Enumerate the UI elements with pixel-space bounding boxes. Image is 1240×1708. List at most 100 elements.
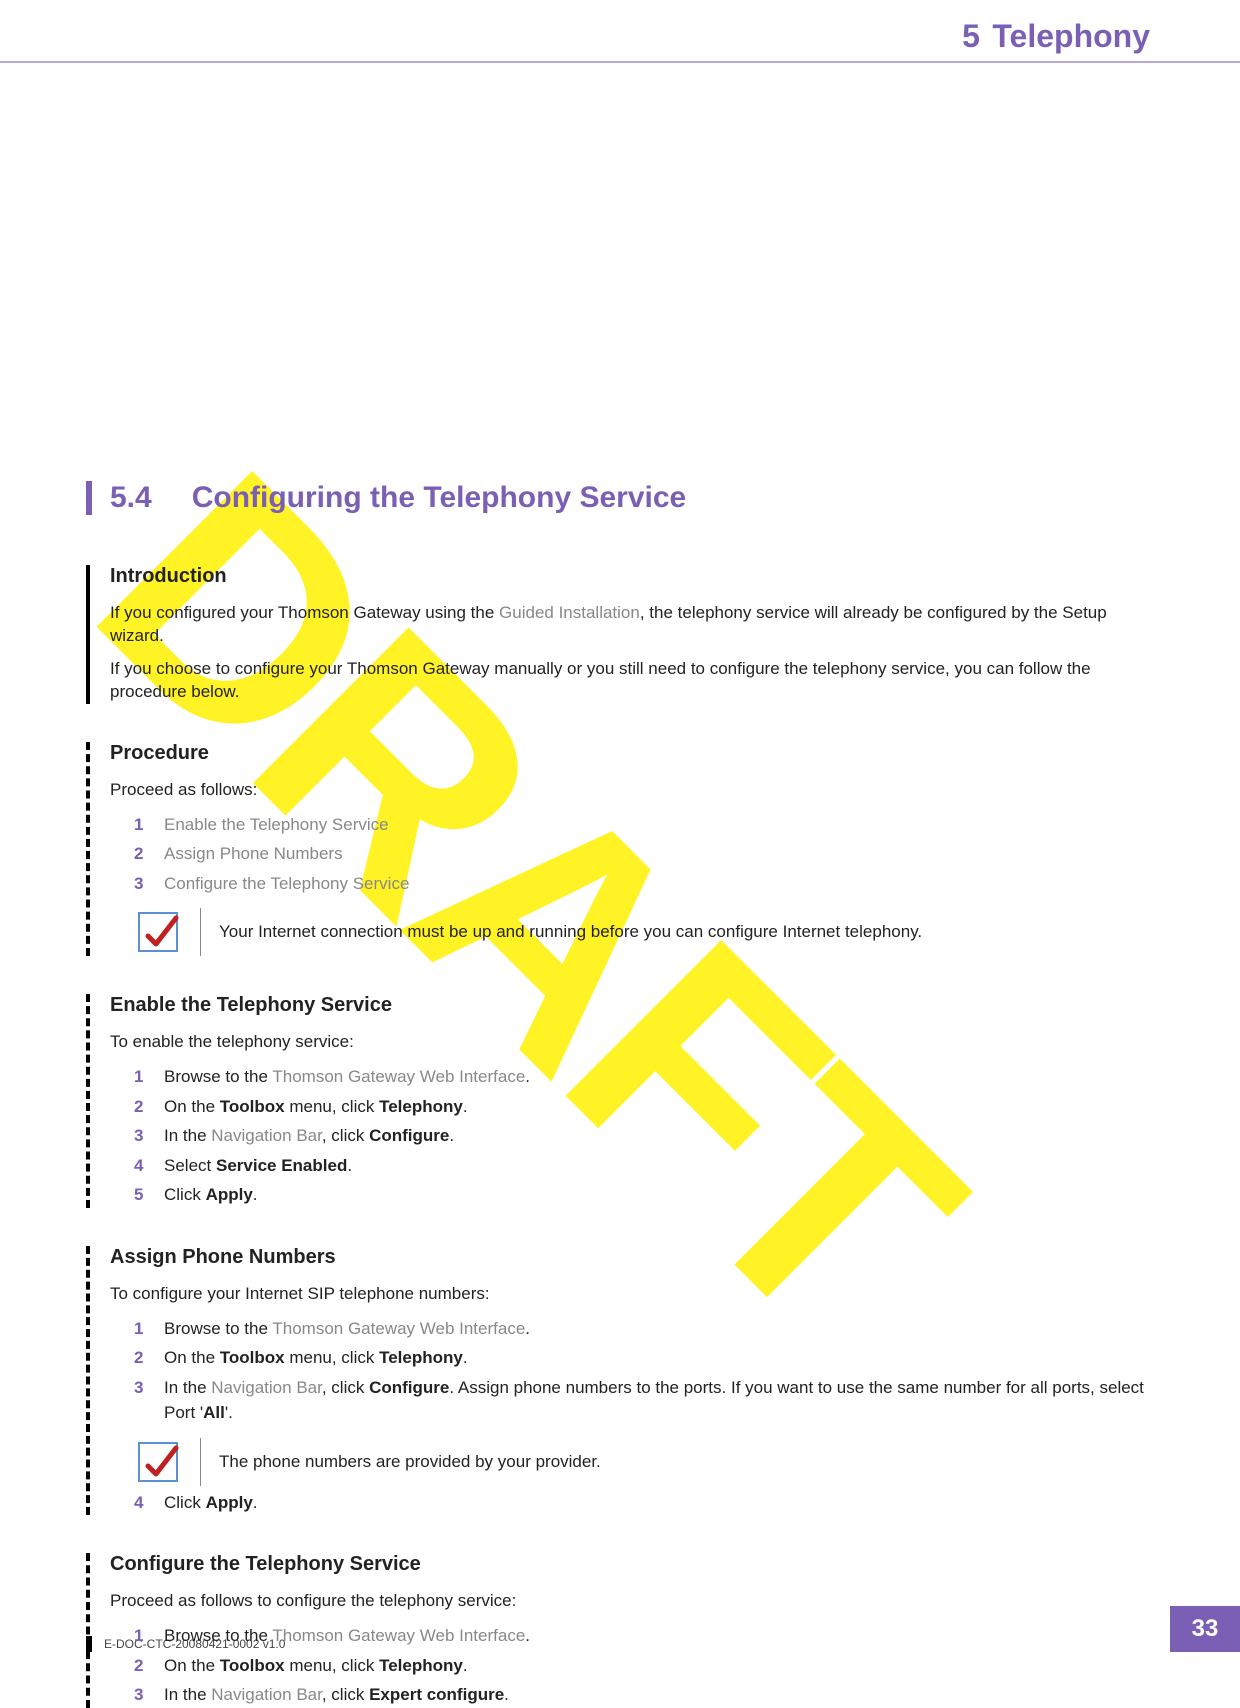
assign-step-3: In the Navigation Bar, click Configure. … [134,1375,1150,1426]
section-number: 5.4 [110,481,152,515]
assign-note: The phone numbers are provided by your p… [219,1440,1150,1484]
step-link[interactable]: Configure the Telephony Service [164,874,409,893]
text-bold: Telephony [379,1656,463,1675]
enable-step-3: In the Navigation Bar, click Configure. [134,1123,1150,1149]
page-content: DRAFT 5.4 Configuring the Telephony Serv… [0,63,1240,1708]
configure-steps: Browse to the Thomson Gateway Web Interf… [134,1623,1150,1708]
assign-intro: To configure your Internet SIP telephone… [110,1283,1150,1306]
text: In the [164,1685,211,1704]
step-link[interactable]: Assign Phone Numbers [164,844,343,863]
text: . [347,1156,352,1175]
procedure-steps: Enable the Telephony Service Assign Phon… [134,812,1150,897]
page-number: 33 [1170,1606,1240,1652]
assign-step-4: Click Apply. [134,1490,1150,1516]
subsection-configure: Configure the Telephony Service Proceed … [86,1553,1150,1707]
procedure-heading: Procedure [110,742,1150,765]
text: . [525,1067,530,1086]
text-bold: Toolbox [220,1097,285,1116]
navigation-bar-link[interactable]: Navigation Bar [211,1378,322,1397]
text-bold: Configure [369,1378,449,1397]
procedure-step-2: Assign Phone Numbers [134,841,1150,867]
text-bold: Toolbox [220,1348,285,1367]
step-link[interactable]: Enable the Telephony Service [164,815,389,834]
procedure-step-1: Enable the Telephony Service [134,812,1150,838]
section-heading: 5.4 Configuring the Telephony Service [86,481,1150,515]
text-bold: Apply [206,1185,253,1204]
configure-step-1: Browse to the Thomson Gateway Web Interf… [134,1623,1150,1649]
intro-heading: Introduction [110,565,1150,588]
text-bold: Telephony [379,1348,463,1367]
note-row: The phone numbers are provided by your p… [134,1438,1150,1486]
text: menu, click [285,1348,379,1367]
text: . [525,1626,530,1645]
text: Browse to the [164,1626,272,1645]
configure-step-3: In the Navigation Bar, click Expert conf… [134,1682,1150,1708]
note-checkmark-icon [134,908,182,956]
text-bold: Telephony [379,1097,463,1116]
procedure-step-3: Configure the Telephony Service [134,871,1150,897]
enable-step-2: On the Toolbox menu, click Telephony. [134,1094,1150,1120]
text: . [253,1493,258,1512]
text: , click [322,1378,369,1397]
gateway-web-interface-link[interactable]: Thomson Gateway Web Interface [272,1626,525,1645]
text: On the [164,1348,220,1367]
configure-heading: Configure the Telephony Service [110,1553,1150,1576]
assign-steps-cont: Click Apply. [134,1490,1150,1516]
subsection-introduction: Introduction If you configured your Thom… [86,565,1150,704]
gateway-web-interface-link[interactable]: Thomson Gateway Web Interface [272,1319,525,1338]
text: Browse to the [164,1319,272,1338]
guided-installation-link[interactable]: Guided Installation [499,603,640,622]
text: . [449,1126,454,1145]
enable-step-1: Browse to the Thomson Gateway Web Interf… [134,1064,1150,1090]
subsection-enable: Enable the Telephony Service To enable t… [86,994,1150,1207]
section-title: Configuring the Telephony Service [192,481,687,515]
configure-intro: Proceed as follows to configure the tele… [110,1590,1150,1613]
subsection-assign: Assign Phone Numbers To configure your I… [86,1246,1150,1515]
text-bold: All [203,1403,225,1422]
text: Select [164,1156,216,1175]
text: In the [164,1126,211,1145]
enable-heading: Enable the Telephony Service [110,994,1150,1017]
note-separator [200,908,201,956]
intro-paragraph-2: If you choose to configure your Thomson … [110,658,1150,704]
text: Browse to the [164,1067,272,1086]
intro-paragraph-1: If you configured your Thomson Gateway u… [110,602,1150,648]
text: . [463,1348,468,1367]
note-separator [200,1438,201,1486]
configure-step-2: On the Toolbox menu, click Telephony. [134,1653,1150,1679]
text: On the [164,1656,220,1675]
assign-step-1: Browse to the Thomson Gateway Web Interf… [134,1316,1150,1342]
procedure-intro: Proceed as follows: [110,779,1150,802]
navigation-bar-link[interactable]: Navigation Bar [211,1126,322,1145]
assign-step-2: On the Toolbox menu, click Telephony. [134,1345,1150,1371]
note-row: Your Internet connection must be up and … [134,908,1150,956]
text: Click [164,1493,206,1512]
text: . [504,1685,509,1704]
chapter-title: Telephony [992,18,1150,54]
text: . [463,1656,468,1675]
enable-steps: Browse to the Thomson Gateway Web Interf… [134,1064,1150,1208]
assign-steps: Browse to the Thomson Gateway Web Interf… [134,1316,1150,1426]
text-bold: Configure [369,1126,449,1145]
page-header: 5 Telephony [0,0,1240,61]
text: , click [322,1685,369,1704]
text: menu, click [285,1097,379,1116]
text: On the [164,1097,220,1116]
text-bold: Apply [206,1493,253,1512]
procedure-note: Your Internet connection must be up and … [219,910,1150,954]
text: Click [164,1185,206,1204]
gateway-web-interface-link[interactable]: Thomson Gateway Web Interface [272,1067,525,1086]
note-checkmark-icon [134,1438,182,1486]
chapter-number: 5 [962,18,980,54]
text-bold: Service Enabled [216,1156,347,1175]
text: menu, click [285,1656,379,1675]
text: . [253,1185,258,1204]
subsection-procedure: Procedure Proceed as follows: Enable the… [86,742,1150,956]
assign-heading: Assign Phone Numbers [110,1246,1150,1269]
navigation-bar-link[interactable]: Navigation Bar [211,1685,322,1704]
enable-intro: To enable the telephony service: [110,1031,1150,1054]
text: , click [322,1126,369,1145]
enable-step-5: Click Apply. [134,1182,1150,1208]
enable-step-4: Select Service Enabled. [134,1153,1150,1179]
text: '. [225,1403,233,1422]
